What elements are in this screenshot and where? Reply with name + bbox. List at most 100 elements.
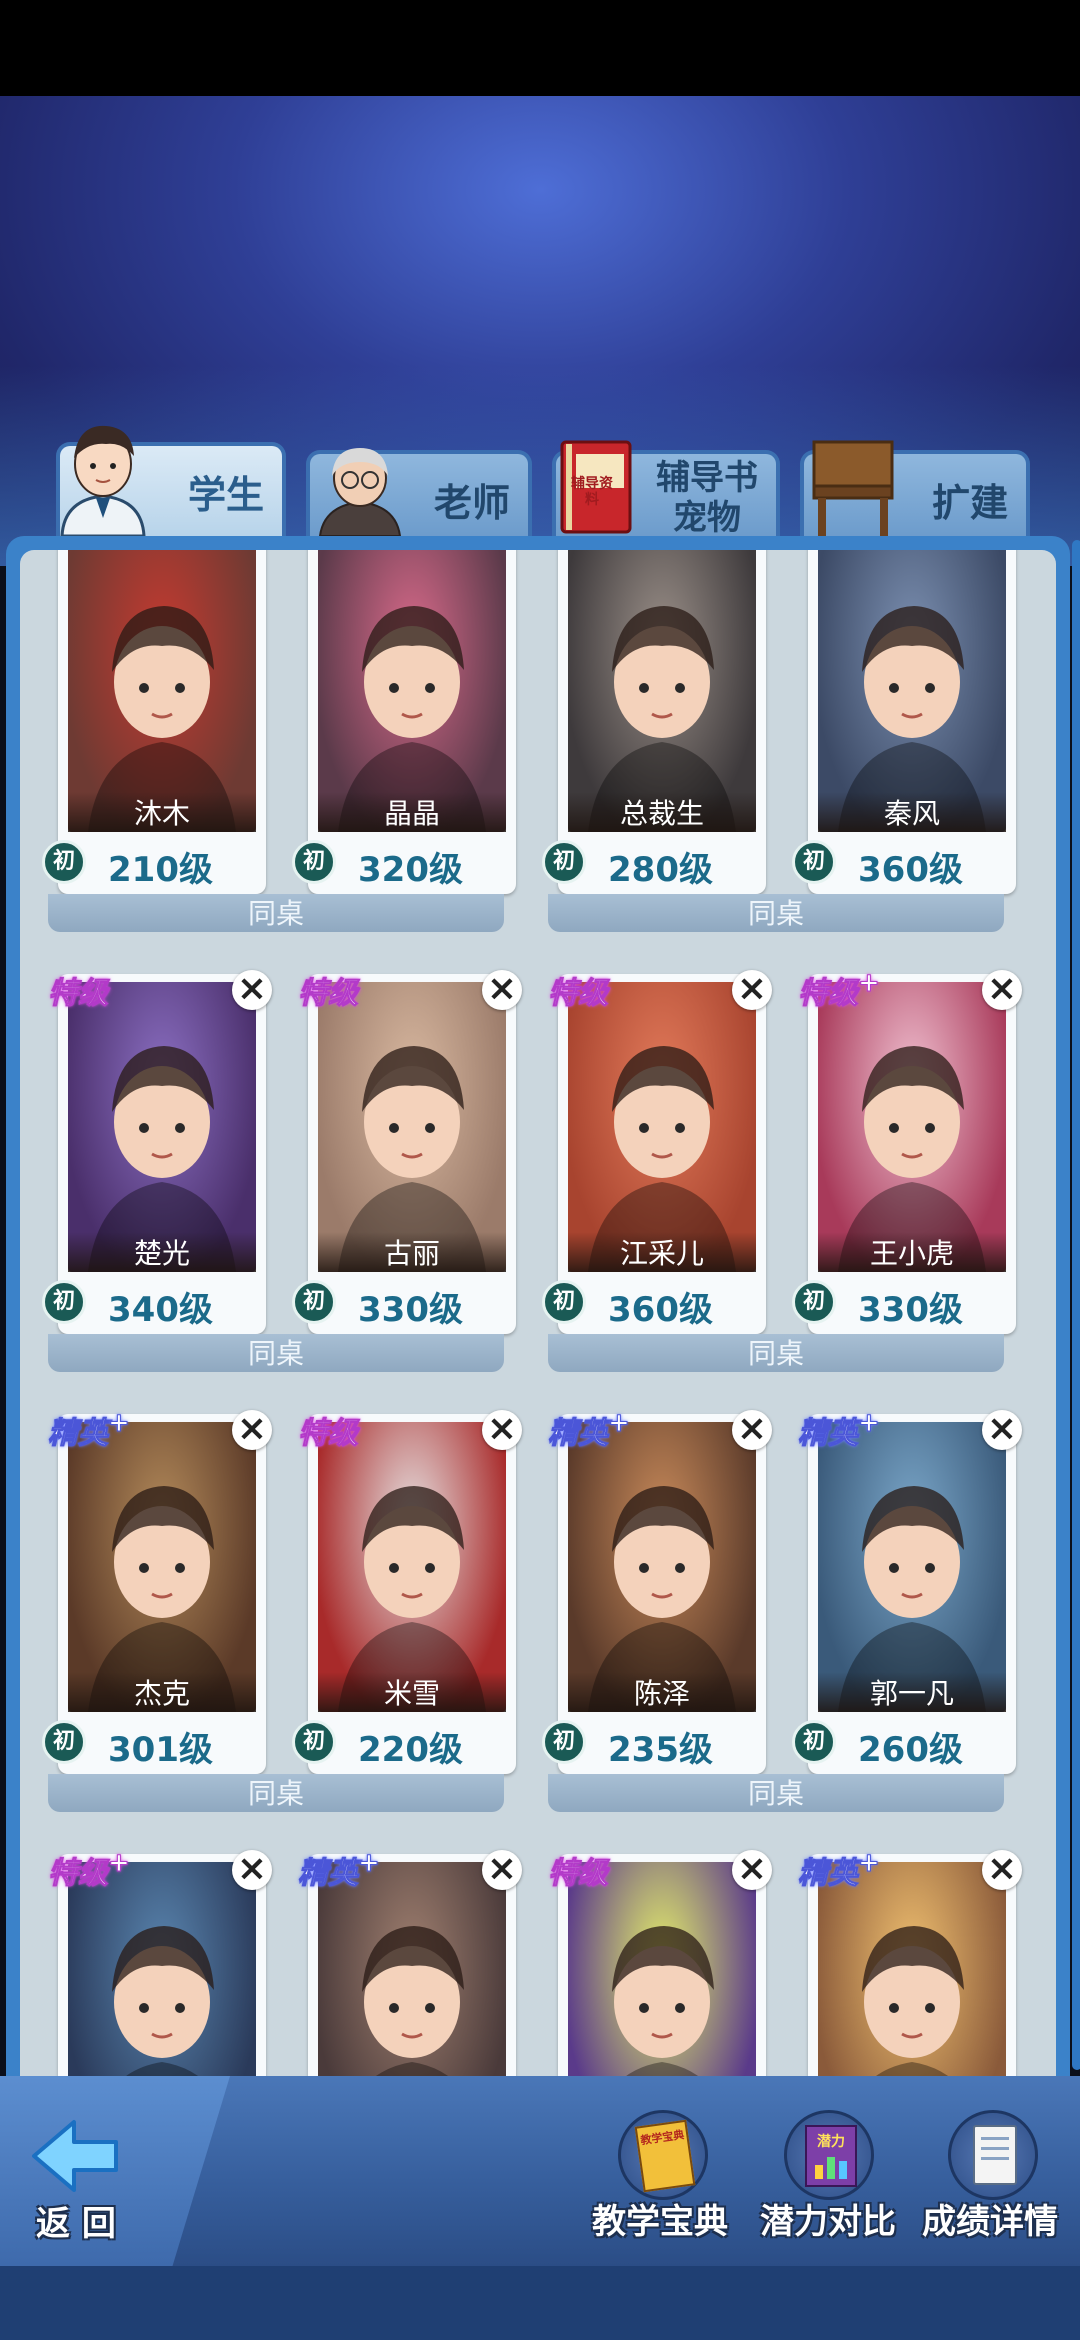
rank-plus-icon: + [858, 1408, 881, 1439]
student-card[interactable]: 王小虎初 330级 特级+ × [792, 968, 1022, 1334]
student-portrait [318, 1422, 506, 1712]
grade-badge: 初 [292, 1720, 336, 1764]
student-card[interactable]: 晶晶初 320级 [292, 550, 516, 894]
remove-student-button[interactable]: × [982, 1850, 1022, 1890]
student-card[interactable]: 江采儿初 360级 特级 × [542, 970, 772, 1334]
rank-plus-icon: + [858, 968, 881, 999]
remove-student-button[interactable]: × [982, 970, 1022, 1010]
remove-student-button[interactable]: × [482, 1850, 522, 1890]
tab-expand[interactable]: 扩建 [800, 440, 1030, 536]
student-portrait [318, 1862, 506, 2090]
student-card[interactable]: 尚妍妍初220级精英+× [298, 1848, 522, 2090]
rank-plus-icon: + [608, 1408, 631, 1439]
rank-tag: 特级 [548, 1856, 609, 1892]
deskmate-bar: 同桌 [48, 894, 504, 932]
system-nav-bar [0, 2266, 1080, 2340]
student-portrait [818, 550, 1006, 832]
grade-badge: 初 [292, 840, 336, 884]
student-portrait [318, 982, 506, 1272]
rank-plus-icon: + [108, 1848, 131, 1879]
remove-student-button[interactable]: × [232, 1850, 272, 1890]
student-card[interactable]: 古丽初 330级 特级 × [292, 970, 522, 1334]
remove-student-button[interactable]: × [732, 970, 772, 1010]
student-name: 秦风 [818, 792, 1006, 832]
student-portrait [818, 1422, 1006, 1712]
tab-tutor-books[interactable]: 辅导资料 辅导书 宠物 [552, 440, 780, 538]
rank-tag: 精英+ [298, 1848, 381, 1892]
student-portrait [68, 1422, 256, 1712]
student-card[interactable]: 米雪初 220级 特级 × [292, 1410, 522, 1774]
rank-tag: 精英+ [548, 1408, 631, 1452]
student-portrait [568, 1862, 756, 2090]
remove-student-button[interactable]: × [982, 1410, 1022, 1450]
potential-compare-label: 潜力对比 [760, 2202, 896, 2242]
book-cover-text: 辅导资料 [571, 476, 613, 508]
status-bar [0, 0, 1080, 96]
student-level: 330级 [858, 1290, 963, 1330]
student-card[interactable]: 张筱蕾初460级特级× [548, 1850, 772, 2090]
tab-students-label: 学生 [187, 473, 264, 517]
deskmate-bar: 同桌 [548, 1334, 1004, 1372]
deskmate-bar: 同桌 [548, 1774, 1004, 1812]
teacher-avatar-icon [318, 448, 402, 536]
back-button[interactable]: 返 回 [20, 2116, 130, 2256]
tab-tutor-books-label: 辅导书 宠物 [656, 458, 758, 538]
student-name: 米雪 [318, 1672, 506, 1712]
rank-tag: 特级+ [798, 968, 881, 1012]
rank-tag: 特级+ [48, 1848, 131, 1892]
grade-badge: 初 [542, 1280, 586, 1324]
student-card[interactable]: 杰克初 301级 精英+ × [42, 1408, 272, 1774]
student-card[interactable]: 总裁生初 280级 [542, 550, 766, 894]
deskmate-bar: 同桌 [548, 894, 1004, 932]
student-name: 沐木 [68, 792, 256, 832]
student-card[interactable]: 郭一凡初 260级 精英+ × [792, 1408, 1022, 1774]
student-card[interactable]: 陶子初370级精英+× [798, 1848, 1022, 2090]
back-arrow-icon [32, 2120, 118, 2192]
student-portrait [818, 1862, 1006, 2090]
tab-expand-label: 扩建 [931, 481, 1008, 525]
student-avatar-icon [60, 425, 146, 536]
grade-badge: 初 [42, 840, 86, 884]
grade-badge: 初 [42, 1280, 86, 1324]
grade-badge: 初 [542, 1720, 586, 1764]
teaching-guide-button[interactable]: 教学宝典 教学宝典 [592, 2110, 742, 2260]
rank-tag: 特级 [48, 976, 109, 1012]
score-details-label: 成绩详情 [922, 2202, 1058, 2242]
student-level: 280级 [608, 850, 713, 890]
rank-tag: 精英+ [48, 1408, 131, 1452]
student-card[interactable]: 陈泽初 235级 精英+ × [542, 1408, 772, 1774]
student-portrait [568, 982, 756, 1272]
student-card[interactable]: 楚光初 340级 特级 × [42, 970, 272, 1334]
student-level: 360级 [608, 1290, 713, 1330]
student-portrait [568, 1422, 756, 1712]
student-name: 楚光 [68, 1232, 256, 1272]
desk-icon [812, 440, 894, 536]
student-level: 360级 [858, 850, 963, 890]
remove-student-button[interactable]: × [482, 1410, 522, 1450]
remove-student-button[interactable]: × [482, 970, 522, 1010]
grade-badge: 初 [792, 1280, 836, 1324]
student-grid[interactable]: 沐木初 210级 晶晶初 320级 总裁生初 280级 秦风初 360级 楚光初 340级… [20, 550, 1056, 2090]
student-card[interactable]: 秦风初 360级 [792, 550, 1016, 894]
student-name: 总裁生 [568, 792, 756, 832]
student-name: 杰克 [68, 1672, 256, 1712]
remove-student-button[interactable]: × [732, 1850, 772, 1890]
remove-student-button[interactable]: × [232, 1410, 272, 1450]
score-details-button[interactable]: 成绩详情 [922, 2110, 1072, 2260]
student-level: 210级 [108, 850, 213, 890]
tab-students[interactable]: 学生 [56, 425, 286, 536]
student-level: 220级 [358, 1730, 463, 1770]
potential-compare-button[interactable]: 潜力 潜力对比 [758, 2110, 908, 2260]
scrollbar[interactable] [1072, 540, 1080, 2070]
student-card[interactable]: 金菲璇初310级特级+× [48, 1848, 272, 2090]
rank-tag: 精英+ [798, 1848, 881, 1892]
tab-teachers-label: 老师 [433, 481, 510, 525]
remove-student-button[interactable]: × [232, 970, 272, 1010]
student-name: 郭一凡 [818, 1672, 1006, 1712]
tab-teachers[interactable]: 老师 [306, 448, 532, 536]
grade-badge: 初 [792, 840, 836, 884]
student-card[interactable]: 沐木初 210级 [42, 550, 266, 894]
student-name: 江采儿 [568, 1232, 756, 1272]
grade-badge: 初 [792, 1720, 836, 1764]
remove-student-button[interactable]: × [732, 1410, 772, 1450]
